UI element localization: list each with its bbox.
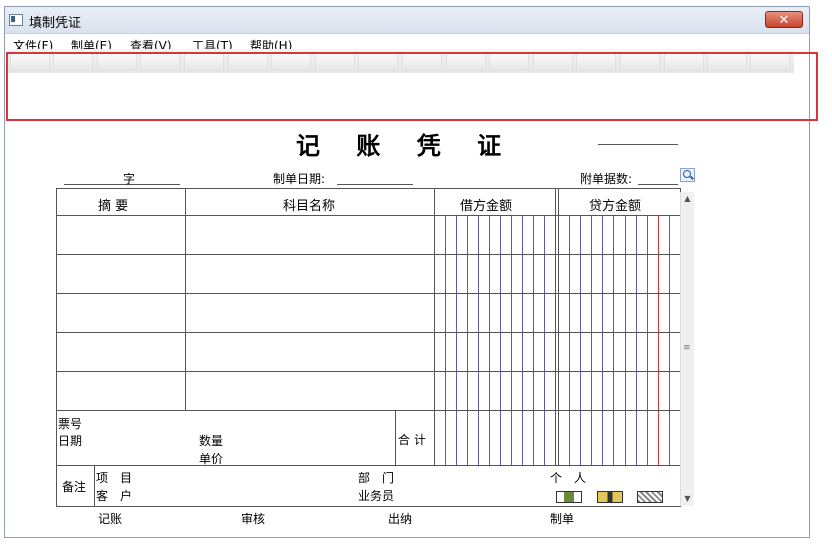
scroll-up-icon[interactable]: ▲ bbox=[681, 192, 694, 206]
vertical-scrollbar[interactable]: ▲ ≡ ▼ bbox=[680, 192, 694, 506]
card-icon[interactable] bbox=[597, 491, 623, 503]
column-credit: 贷方金额 bbox=[589, 199, 642, 214]
amount-digit-lines bbox=[445, 215, 670, 465]
unit-price-label: 单价 bbox=[199, 452, 224, 466]
scroll-grip-icon[interactable]: ≡ bbox=[683, 344, 691, 353]
ticket-no-label: 票号 bbox=[58, 417, 83, 431]
quantity-label: 数量 bbox=[199, 434, 224, 448]
customer-label: 客 户 bbox=[96, 489, 133, 503]
column-account: 科目名称 bbox=[283, 199, 336, 214]
voucher-grid bbox=[56, 188, 681, 507]
scroll-down-icon[interactable]: ▼ bbox=[681, 492, 694, 506]
pattern-icon[interactable] bbox=[637, 491, 663, 503]
individual-label: 个 人 bbox=[550, 471, 587, 485]
salesperson-label: 业务员 bbox=[358, 489, 395, 503]
remarks-label: 备注 bbox=[62, 480, 87, 494]
signature-auditor: 审核 bbox=[241, 512, 266, 526]
signature-bookkeeper: 记账 bbox=[98, 512, 123, 526]
signature-cashier: 出纳 bbox=[388, 512, 413, 526]
signature-preparer: 制单 bbox=[550, 512, 575, 526]
column-summary: 摘 要 bbox=[98, 199, 129, 214]
column-debit: 借方金额 bbox=[460, 199, 513, 214]
total-label: 合 计 bbox=[398, 433, 426, 447]
ticket-date-label: 日期 bbox=[58, 434, 83, 448]
project-label: 项 目 bbox=[96, 471, 133, 485]
ledger-icon[interactable] bbox=[556, 491, 582, 503]
department-label: 部 门 bbox=[358, 471, 395, 485]
